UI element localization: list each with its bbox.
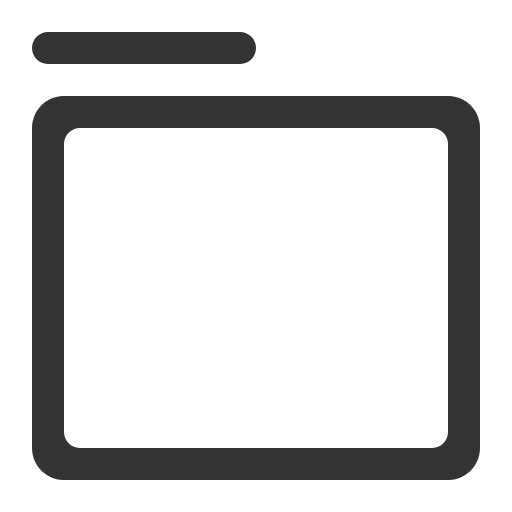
tab-icon	[32, 32, 480, 480]
window-frame-shape	[32, 96, 480, 480]
icon-canvas	[0, 0, 512, 512]
tab-bar-shape	[32, 32, 256, 64]
